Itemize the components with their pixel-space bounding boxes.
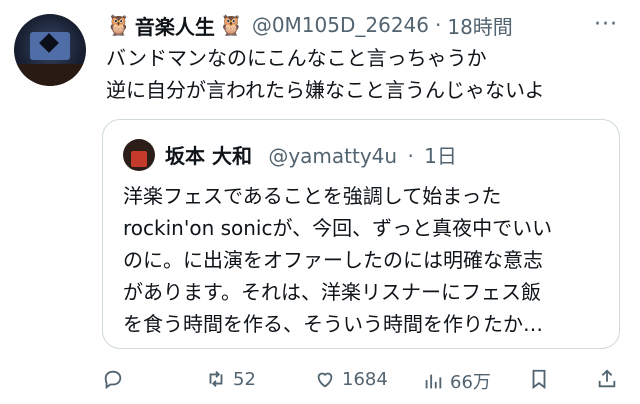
tweet-line: バンドマンなのにこんなこと言っちゃうか <box>106 46 487 70</box>
share-button[interactable] <box>596 368 618 390</box>
quoted-tweet-header: 坂本 大和 @yamatty4u · 1日 <box>165 140 457 169</box>
author-handle[interactable]: @0M105D_26246 <box>252 13 429 37</box>
views-button[interactable]: 66万 <box>422 368 491 394</box>
like-button[interactable]: 1684 <box>314 368 388 390</box>
time-separator: · <box>435 13 442 37</box>
heart-icon <box>317 372 333 388</box>
author-avatar[interactable] <box>14 14 86 86</box>
retweet-count: 52 <box>233 368 256 390</box>
retweet-button[interactable]: 52 <box>205 368 256 390</box>
owl-emoji-left: 🦉 <box>106 13 131 37</box>
action-bar: 52 1684 66万 <box>100 364 620 396</box>
tweet-text: バンドマンなのにこんなこと言っちゃうか 逆に自分が言われたら嫌なこと言うんじゃな… <box>106 42 545 106</box>
views-count: 66万 <box>450 372 491 393</box>
quoted-line: rockin'on sonicが、今回、ずっと真夜中でいい <box>123 216 553 240</box>
quoted-line: を食う時間を作る、そういう時間を作りたか… <box>123 312 543 336</box>
quoted-line: があります。それは、洋楽リスナーにフェス飯 <box>123 280 541 304</box>
author-name[interactable]: 音楽人生 <box>135 11 215 40</box>
reply-button[interactable] <box>102 368 124 390</box>
tweet-header: 🦉 音楽人生 🦉 @0M105D_26246 · 18時間 <box>106 10 513 40</box>
more-options-icon[interactable]: ··· <box>594 12 618 37</box>
avatar-crowd <box>14 64 86 86</box>
quoted-tweet[interactable]: 坂本 大和 @yamatty4u · 1日 洋楽フェスであることを強調して始まっ… <box>102 119 620 349</box>
owl-emoji-right: 🦉 <box>218 13 244 37</box>
retweet-icon <box>209 371 223 387</box>
quoted-author-avatar <box>123 139 155 171</box>
share-icon <box>598 369 616 388</box>
quoted-line: のに。に出演をオファーしたのには明確な意志 <box>123 248 543 272</box>
like-count: 1684 <box>342 368 388 390</box>
bookmark-icon <box>532 369 546 390</box>
quoted-tweet-time: 1日 <box>424 144 457 168</box>
bookmark-button[interactable] <box>528 368 550 390</box>
views-icon <box>425 374 442 389</box>
quoted-author-handle: @yamatty4u <box>268 144 398 168</box>
tweet-time[interactable]: 18時間 <box>447 11 512 40</box>
quoted-tweet-text: 洋楽フェスであることを強調して始まった rockin'on sonicが、今回、… <box>123 180 552 340</box>
quoted-author-name: 坂本 大和 <box>165 144 252 168</box>
tweet-line: 逆に自分が言われたら嫌なこと言うんじゃないよ <box>106 78 545 102</box>
quoted-time-separator: · <box>407 144 414 168</box>
quoted-line: 洋楽フェスであることを強調して始まった <box>123 184 502 208</box>
reply-icon <box>104 370 122 390</box>
